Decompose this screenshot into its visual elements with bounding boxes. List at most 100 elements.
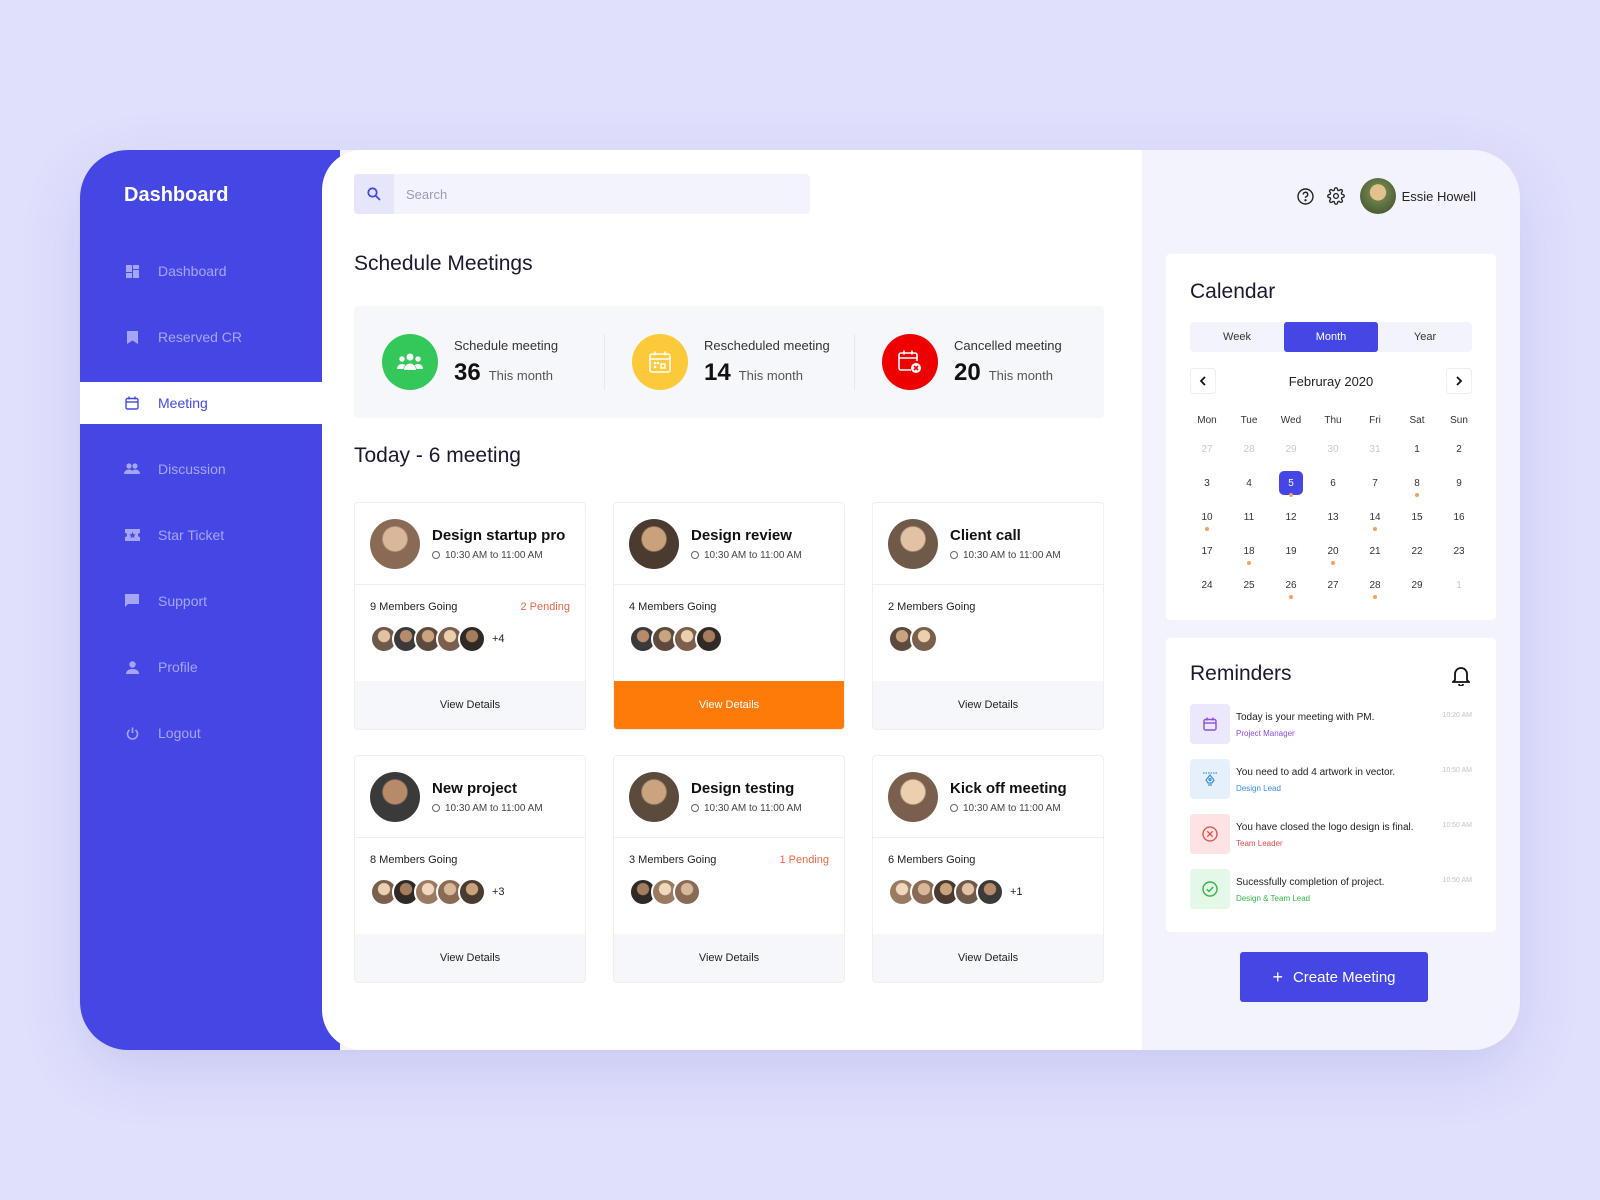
- member-avatar[interactable]: [458, 625, 486, 653]
- check-circle-icon: [1190, 869, 1230, 909]
- sidebar-item-label: Support: [158, 593, 208, 609]
- sidebar-item-logout[interactable]: Logout: [80, 712, 340, 754]
- user-avatar[interactable]: [1359, 178, 1396, 214]
- calendar-day[interactable]: 21: [1354, 534, 1396, 568]
- calendar-day[interactable]: 28: [1228, 432, 1270, 466]
- host-avatar[interactable]: [629, 518, 679, 569]
- calendar-day[interactable]: 29: [1270, 432, 1312, 466]
- meeting-header: Client call 10:30 AM to 11:00 AM: [873, 503, 1103, 585]
- search-icon[interactable]: [354, 174, 394, 214]
- meeting-time-text: 10:30 AM to 11:00 AM: [963, 549, 1061, 561]
- calendar-day[interactable]: 15: [1396, 500, 1438, 534]
- next-month-button[interactable]: [1446, 368, 1472, 394]
- calendar-day[interactable]: 24: [1186, 568, 1228, 602]
- meeting-time: 10:30 AM to 11:00 AM: [691, 803, 802, 814]
- sidebar-item-meeting[interactable]: Meeting: [80, 382, 344, 424]
- day-number: 28: [1243, 443, 1255, 455]
- calendar-day-selected[interactable]: 5: [1270, 466, 1312, 500]
- calendar-day[interactable]: 20: [1312, 534, 1354, 568]
- calendar-day[interactable]: 31: [1354, 432, 1396, 466]
- calendar-day[interactable]: 17: [1186, 534, 1228, 568]
- reminder-item[interactable]: Sucessfully completion of project. Desig…: [1190, 869, 1472, 924]
- tab-week[interactable]: Week: [1190, 322, 1284, 352]
- calendar-day[interactable]: 4: [1228, 466, 1270, 500]
- member-avatar[interactable]: [910, 625, 938, 653]
- view-details-button[interactable]: View Details: [873, 934, 1103, 982]
- calendar-day[interactable]: 6: [1312, 466, 1354, 500]
- stat-sub: This month: [988, 367, 1054, 383]
- pending-count: 1 Pending: [779, 854, 829, 866]
- meeting-time-text: 10:30 AM to 11:00 AM: [963, 802, 1061, 814]
- reminder-item[interactable]: You have closed the logo design is final…: [1190, 814, 1472, 869]
- reminder-item[interactable]: Today is your meeting with PM. Project M…: [1190, 704, 1472, 759]
- gear-icon[interactable]: [1326, 186, 1346, 206]
- user-name[interactable]: Essie Howell: [1402, 189, 1476, 204]
- calendar-day[interactable]: 11: [1228, 500, 1270, 534]
- sidebar-item-profile[interactable]: Profile: [80, 646, 340, 688]
- day-number: 15: [1411, 511, 1423, 523]
- host-avatar[interactable]: [370, 771, 420, 822]
- view-details-button[interactable]: View Details: [614, 934, 844, 982]
- meeting-card: Kick off meeting 10:30 AM to 11:00 AM 6 …: [872, 755, 1104, 983]
- member-avatar[interactable]: [976, 878, 1004, 906]
- search-input[interactable]: [394, 186, 794, 202]
- calendar-day[interactable]: 19: [1270, 534, 1312, 568]
- calendar-day[interactable]: 23: [1438, 534, 1480, 568]
- more-members[interactable]: +1: [1010, 886, 1023, 898]
- calendar-day[interactable]: 26: [1270, 568, 1312, 602]
- sidebar-item-dashboard[interactable]: Dashboard: [80, 250, 340, 292]
- calendar-day[interactable]: 8: [1396, 466, 1438, 500]
- member-avatar[interactable]: [458, 878, 486, 906]
- tab-month[interactable]: Month: [1284, 322, 1378, 352]
- member-avatar[interactable]: [673, 878, 701, 906]
- calendar-day[interactable]: 16: [1438, 500, 1480, 534]
- tab-year[interactable]: Year: [1378, 322, 1472, 352]
- calendar-title: Calendar: [1190, 280, 1276, 303]
- calendar-day[interactable]: 12: [1270, 500, 1312, 534]
- calendar-day[interactable]: 13: [1312, 500, 1354, 534]
- view-details-button[interactable]: View Details: [614, 681, 844, 729]
- calendar-day[interactable]: 25: [1228, 568, 1270, 602]
- host-avatar[interactable]: [888, 518, 938, 569]
- calendar-day[interactable]: 10: [1186, 500, 1228, 534]
- calendar-day[interactable]: 27: [1312, 568, 1354, 602]
- sidebar-item-support[interactable]: Support: [80, 580, 340, 622]
- sidebar-item-discussion[interactable]: Discussion: [80, 448, 340, 490]
- reminder-item[interactable]: You need to add 4 artwork in vector. Des…: [1190, 759, 1472, 814]
- weekday-label: Sat: [1409, 414, 1425, 426]
- calendar-day[interactable]: 30: [1312, 432, 1354, 466]
- host-avatar[interactable]: [370, 518, 420, 569]
- prev-month-button[interactable]: [1190, 368, 1216, 394]
- calendar-day[interactable]: 3: [1186, 466, 1228, 500]
- view-details-button[interactable]: View Details: [355, 934, 585, 982]
- calendar-day[interactable]: 9: [1438, 466, 1480, 500]
- event-dot: [1331, 561, 1335, 565]
- sidebar-item-reserved-cr[interactable]: Reserved CR: [80, 316, 340, 358]
- calendar-day[interactable]: 2: [1438, 432, 1480, 466]
- calendar-day[interactable]: 28: [1354, 568, 1396, 602]
- calendar-day[interactable]: 1: [1438, 568, 1480, 602]
- more-members[interactable]: +4: [492, 633, 505, 645]
- host-avatar[interactable]: [629, 771, 679, 822]
- calendar-day[interactable]: 27: [1186, 432, 1228, 466]
- help-icon[interactable]: [1296, 186, 1316, 206]
- view-details-button[interactable]: View Details: [355, 681, 585, 729]
- calendar-day[interactable]: 14: [1354, 500, 1396, 534]
- member-avatar[interactable]: [695, 625, 723, 653]
- stats-panel: Schedule meeting 36 This month Reschedule…: [354, 306, 1104, 418]
- create-meeting-button[interactable]: + Create Meeting: [1240, 952, 1428, 1002]
- calendar-day[interactable]: 29: [1396, 568, 1438, 602]
- search-bar: [354, 174, 810, 214]
- more-members[interactable]: +3: [492, 886, 505, 898]
- meeting-members: 6 Members Going +1: [873, 838, 1103, 906]
- view-details-button[interactable]: View Details: [873, 681, 1103, 729]
- host-avatar[interactable]: [888, 771, 938, 822]
- bell-icon[interactable]: [1450, 666, 1472, 687]
- calendar-icon: [124, 395, 140, 411]
- calendar-day[interactable]: 1: [1396, 432, 1438, 466]
- sidebar-item-star-ticket[interactable]: Star Ticket: [80, 514, 340, 556]
- calendar-day[interactable]: 18: [1228, 534, 1270, 568]
- calendar-day[interactable]: 22: [1396, 534, 1438, 568]
- clock-icon: [432, 551, 440, 559]
- calendar-day[interactable]: 7: [1354, 466, 1396, 500]
